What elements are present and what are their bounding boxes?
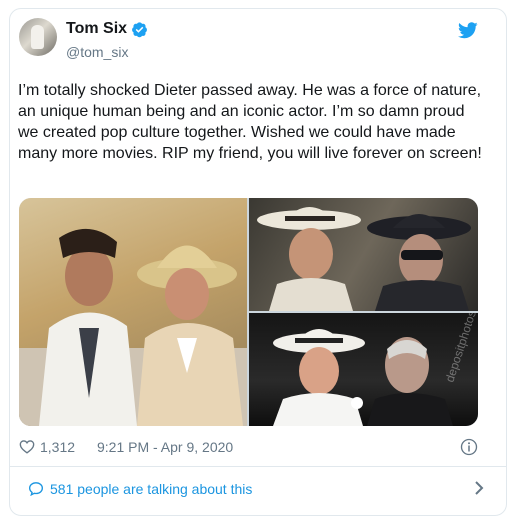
- chevron-right-icon[interactable]: [473, 480, 485, 496]
- divider: [9, 466, 507, 467]
- heart-icon[interactable]: [19, 439, 35, 454]
- photo-top-right-illustration: [257, 207, 471, 311]
- tweet-meta: 1,312 9:21 PM - Apr 9, 2020: [19, 438, 479, 458]
- tweet-text: I’m totally shocked Dieter passed away. …: [18, 82, 482, 162]
- conversation-link[interactable]: 581 people are talking about this: [28, 478, 488, 502]
- tweet-timestamp[interactable]: 9:21 PM - Apr 9, 2020: [97, 439, 233, 455]
- like-count[interactable]: 1,312: [40, 439, 75, 455]
- twitter-bird-icon[interactable]: [458, 22, 478, 39]
- user-handle[interactable]: @tom_six: [66, 44, 128, 60]
- photo-two-men-hats[interactable]: [19, 198, 247, 426]
- verified-badge-icon: [132, 22, 147, 38]
- display-name[interactable]: Tom Six: [66, 20, 127, 38]
- photo-watermark: depositphotos: [443, 313, 478, 384]
- photo-left-illustration: [19, 228, 247, 426]
- conversation-label[interactable]: 581 people are talking about this: [50, 481, 252, 497]
- tweet-media[interactable]: depositphotos: [19, 198, 478, 426]
- info-icon[interactable]: [460, 438, 478, 456]
- photo-two-men-fedoras[interactable]: [249, 198, 478, 311]
- photo-two-men-night[interactable]: depositphotos: [249, 313, 478, 426]
- speech-bubble-icon: [28, 482, 44, 496]
- photo-bottom-right-illustration: depositphotos: [273, 313, 478, 426]
- avatar[interactable]: [19, 18, 57, 56]
